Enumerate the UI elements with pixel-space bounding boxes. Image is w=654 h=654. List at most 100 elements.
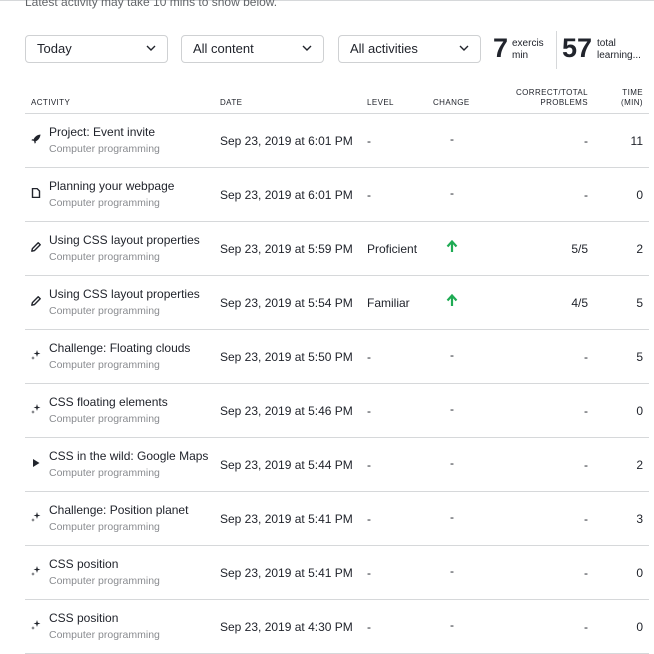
activity-level: -: [367, 620, 371, 634]
sparkle-icon: [31, 563, 41, 576]
activity-course: Computer programming: [49, 251, 160, 263]
table-row[interactable]: Challenge: Floating clouds Computer progr…: [0, 330, 654, 384]
activity-time: 3: [636, 512, 643, 526]
activity-level: -: [367, 566, 371, 580]
pencil-icon: [31, 293, 41, 306]
content-filter-select[interactable]: All content: [181, 35, 324, 63]
activity-course: Computer programming: [49, 359, 160, 371]
activity-change: -: [450, 186, 454, 200]
table-row[interactable]: CSS in the wild: Google Maps Computer pro…: [0, 438, 654, 492]
activity-date: Sep 23, 2019 at 5:41 PM: [220, 566, 353, 580]
table-row[interactable]: CSS position Computer programming Sep 23, …: [0, 600, 654, 654]
table-row[interactable]: Using CSS layout properties Computer prog…: [0, 276, 654, 330]
exercise-minutes-count: 7: [493, 33, 509, 63]
table-row[interactable]: Planning your webpage Computer programmin…: [0, 168, 654, 222]
content-filter-value: All content: [193, 41, 254, 56]
activity-time: 2: [636, 458, 643, 472]
table-row[interactable]: Challenge: Position planet Computer progr…: [0, 492, 654, 546]
activity-title[interactable]: Using CSS layout properties: [49, 287, 200, 301]
time-range-select[interactable]: Today: [25, 35, 168, 63]
activity-title[interactable]: CSS floating elements: [49, 395, 168, 409]
activity-date: Sep 23, 2019 at 5:46 PM: [220, 404, 353, 418]
total-learning-stat: 57 total learning...: [562, 32, 652, 68]
activity-change: -: [450, 402, 454, 416]
activity-title[interactable]: Planning your webpage: [49, 179, 174, 193]
activity-date: Sep 23, 2019 at 4:30 PM: [220, 620, 353, 634]
activity-level: -: [367, 458, 371, 472]
activity-course: Computer programming: [49, 305, 160, 317]
activity-change: -: [450, 510, 454, 524]
activity-correct-total: -: [584, 350, 588, 364]
activity-correct-total: -: [584, 188, 588, 202]
chevron-down-icon: [459, 36, 469, 62]
time-range-value: Today: [37, 41, 72, 56]
sparkle-icon: [31, 617, 41, 630]
column-header-change: CHANGE: [433, 98, 470, 107]
column-header-time-line1: TIME: [622, 88, 643, 97]
activity-course: Computer programming: [49, 143, 160, 155]
activity-correct-total: -: [584, 404, 588, 418]
activity-level: -: [367, 512, 371, 526]
activity-notice: Latest activity may take 10 mins to show…: [25, 0, 278, 9]
column-header-date: DATE: [220, 98, 243, 107]
activity-change: -: [450, 132, 454, 146]
activity-course: Computer programming: [49, 575, 160, 587]
activity-time: 0: [636, 566, 643, 580]
activity-time: 0: [636, 620, 643, 634]
activity-title[interactable]: CSS in the wild: Google Maps: [49, 449, 208, 463]
activity-level: -: [367, 350, 371, 364]
activity-time: 11: [630, 134, 643, 148]
rocket-icon: [31, 131, 41, 144]
activity-time: 0: [636, 188, 643, 202]
activity-filter-select[interactable]: All activities: [338, 35, 481, 63]
activity-level: -: [367, 188, 371, 202]
exercise-minutes-stat: 7 exercise min: [493, 32, 551, 68]
activity-title[interactable]: Challenge: Floating clouds: [49, 341, 190, 355]
activity-correct-total: 5/5: [571, 242, 588, 256]
activity-title[interactable]: Challenge: Position planet: [49, 503, 188, 517]
activity-correct-total: -: [584, 134, 588, 148]
activity-correct-total: -: [584, 566, 588, 580]
stat-divider: [556, 31, 557, 69]
activity-course: Computer programming: [49, 629, 160, 641]
activity-title[interactable]: Project: Event invite: [49, 125, 155, 139]
activity-date: Sep 23, 2019 at 6:01 PM: [220, 134, 353, 148]
table-row[interactable]: CSS floating elements Computer programmin…: [0, 384, 654, 438]
column-header-time: TIME (MIN): [621, 88, 643, 108]
activity-title[interactable]: Using CSS layout properties: [49, 233, 200, 247]
total-learning-count: 57: [562, 33, 593, 63]
table-row[interactable]: CSS position Computer programming Sep 23, …: [0, 546, 654, 600]
activity-correct-total: -: [584, 620, 588, 634]
activity-title[interactable]: CSS position: [49, 557, 118, 571]
activity-correct-total: 4/5: [571, 296, 588, 310]
activity-course: Computer programming: [49, 197, 160, 209]
activity-course: Computer programming: [49, 467, 160, 479]
activity-date: Sep 23, 2019 at 5:54 PM: [220, 296, 353, 310]
column-header-level: LEVEL: [367, 98, 394, 107]
activity-time: 2: [636, 242, 643, 256]
activity-time: 0: [636, 404, 643, 418]
pencil-icon: [31, 239, 41, 252]
activity-change: -: [450, 618, 454, 632]
activity-change: -: [450, 456, 454, 470]
activity-change: -: [450, 564, 454, 578]
activity-filter-value: All activities: [350, 41, 418, 56]
column-header-activity: ACTIVITY: [31, 98, 71, 107]
exercise-minutes-label: exercise min: [512, 38, 544, 61]
activity-date: Sep 23, 2019 at 5:44 PM: [220, 458, 353, 472]
activity-time: 5: [636, 350, 643, 364]
activity-level: -: [367, 134, 371, 148]
sparkle-icon: [31, 401, 41, 414]
activity-date: Sep 23, 2019 at 5:59 PM: [220, 242, 353, 256]
activity-correct-total: -: [584, 458, 588, 472]
activity-title[interactable]: CSS position: [49, 611, 118, 625]
activity-course: Computer programming: [49, 521, 160, 533]
play-icon: [31, 455, 41, 467]
activity-level: Proficient: [367, 242, 418, 256]
table-row[interactable]: Project: Event invite Computer programmin…: [0, 114, 654, 168]
column-header-correct-line1: CORRECT/TOTAL: [515, 88, 588, 97]
activity-date: Sep 23, 2019 at 5:50 PM: [220, 350, 353, 364]
table-row[interactable]: Using CSS layout properties Computer prog…: [0, 222, 654, 276]
arrow-up-icon: [446, 240, 458, 254]
activity-correct-total: -: [584, 512, 588, 526]
